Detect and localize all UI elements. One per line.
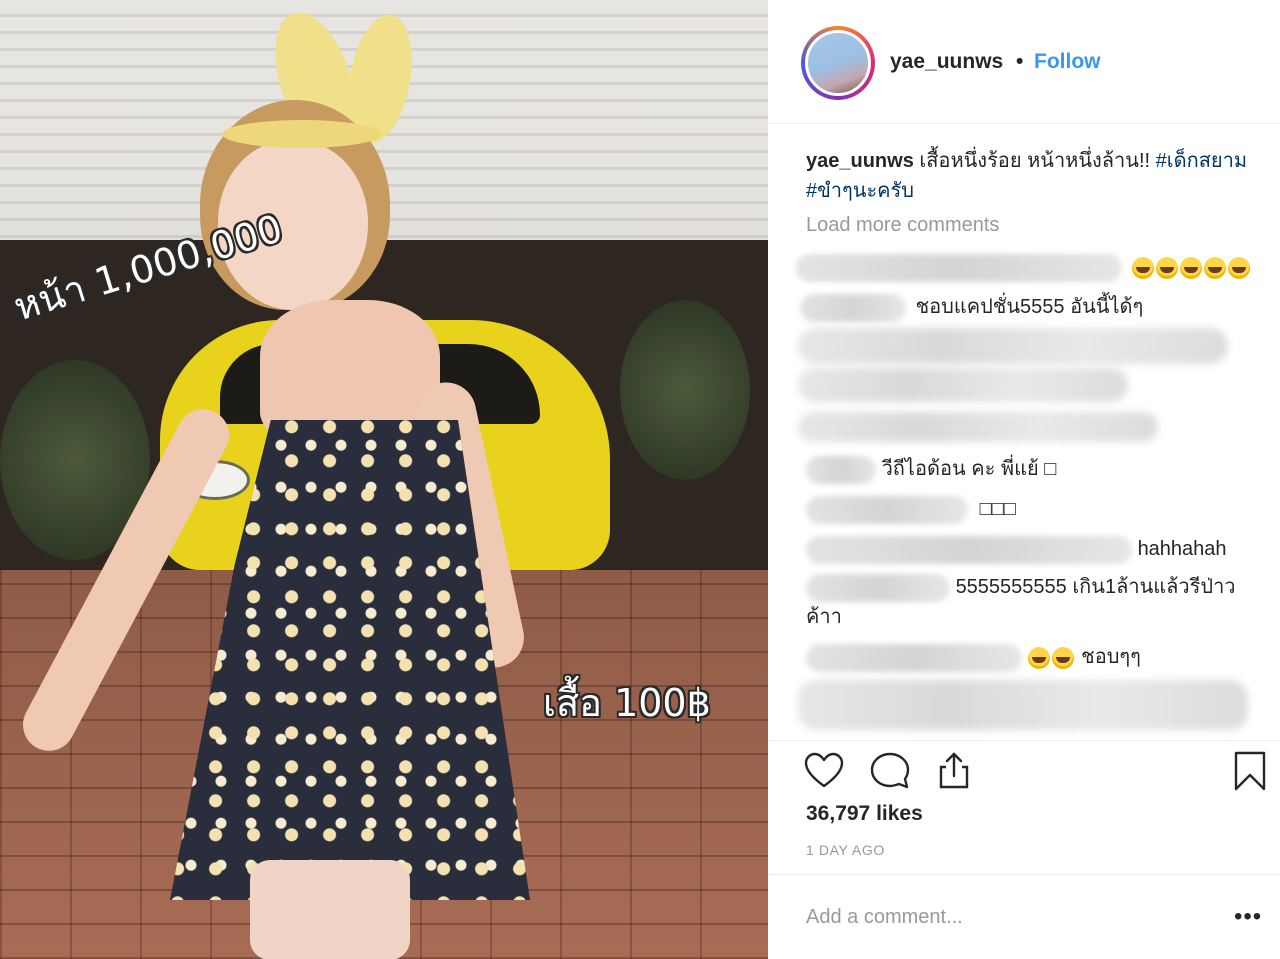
legs	[250, 860, 410, 959]
arm-left	[13, 400, 239, 760]
post-timestamp: 1 DAY AGO	[806, 842, 885, 858]
likes-count[interactable]: 36,797 likes	[806, 802, 923, 826]
caption-text: เสื้อหนึ่งร้อย หน้าหนึ่งล้าน!!	[919, 150, 1151, 172]
comment-item: □□□	[806, 494, 1256, 524]
blurred-comment-block	[798, 368, 1128, 402]
blurred-username	[806, 455, 876, 484]
laughing-emoji-icon	[1179, 256, 1202, 279]
laughing-emoji-icon	[1051, 646, 1074, 669]
laughing-emoji-icon	[1227, 256, 1250, 279]
post-actions: 36,797 likes 1 DAY AGO •••	[768, 740, 1280, 959]
more-options-icon[interactable]: •••	[1234, 903, 1262, 931]
bookmark-icon[interactable]	[1228, 749, 1272, 793]
caption-username[interactable]: yae_uunws	[806, 150, 914, 172]
blurred-username	[806, 495, 968, 524]
post-side-panel: yae_uunws • Follow yae_uunws เสื้อหนึ่งร…	[768, 0, 1280, 959]
blurred-comment-block	[798, 412, 1158, 442]
hashtag-link[interactable]: #ขำๆนะครับ	[806, 180, 914, 202]
comment-item	[796, 252, 1256, 282]
comment-item: ชอบๆๆ	[806, 642, 1256, 672]
comment-item: hahhahah	[806, 534, 1256, 564]
blurred-username	[806, 573, 950, 602]
blurred-comment-block	[798, 328, 1228, 364]
woman-figure	[0, 0, 768, 959]
emoji-row	[1131, 256, 1252, 279]
comment-item: 5555555555 เกิน1ล้านแล้วรีป่าวค้าา	[806, 572, 1256, 632]
post-caption: yae_uunws เสื้อหนึ่งร้อย หน้าหนึ่งล้าน!!…	[806, 146, 1256, 206]
laughing-emoji-icon	[1203, 256, 1226, 279]
hashtag-link[interactable]: #เด็กสยาม	[1156, 150, 1247, 172]
header-separator: •	[1016, 50, 1024, 73]
load-more-comments-button[interactable]: Load more comments	[806, 214, 999, 237]
share-icon[interactable]	[932, 749, 976, 793]
laughing-emoji-icon	[1131, 256, 1154, 279]
comment-icon[interactable]	[868, 749, 912, 793]
headband	[222, 120, 382, 148]
blurred-username	[806, 535, 1132, 564]
blurred-username	[800, 293, 906, 322]
overlay-shirt-price: เสื้อ 100฿	[543, 681, 711, 725]
header-username[interactable]: yae_uunws	[890, 50, 1003, 74]
comment-item: ชอบแคปชั่น5555 อันนี้ได้ๆ	[800, 292, 1256, 322]
post-header: yae_uunws • Follow	[768, 0, 1280, 124]
laughing-emoji-icon	[1155, 256, 1178, 279]
comment-text: ชอบแคปชั่น5555 อันนี้ได้ๆ	[915, 296, 1144, 318]
blurred-username	[796, 253, 1122, 282]
comment-text: ชอบๆๆ	[1081, 646, 1141, 668]
follow-button[interactable]: Follow	[1034, 50, 1101, 74]
add-comment-bar: •••	[768, 874, 1280, 959]
comment-text: hahhahah	[1137, 538, 1227, 560]
add-comment-input[interactable]	[806, 899, 1206, 935]
blurred-comment-block	[798, 680, 1248, 730]
blurred-username	[806, 643, 1022, 672]
laughing-emoji-icon	[1027, 646, 1050, 669]
post-photo[interactable]: หน้า 1,000,000 เสื้อ 100฿	[0, 0, 768, 959]
story-ring[interactable]	[801, 26, 875, 100]
comment-text: □□□	[979, 498, 1016, 520]
comments-list[interactable]: yae_uunws เสื้อหนึ่งร้อย หน้าหนึ่งล้าน!!…	[768, 124, 1280, 740]
comment-text: วีถีไอด้อน คะ พี่แย้ □	[881, 458, 1057, 480]
avatar[interactable]	[805, 30, 871, 96]
comment-item: วีถีไอด้อน คะ พี่แย้ □	[806, 454, 1256, 484]
heart-icon[interactable]	[802, 749, 846, 793]
shoulders	[260, 300, 440, 440]
